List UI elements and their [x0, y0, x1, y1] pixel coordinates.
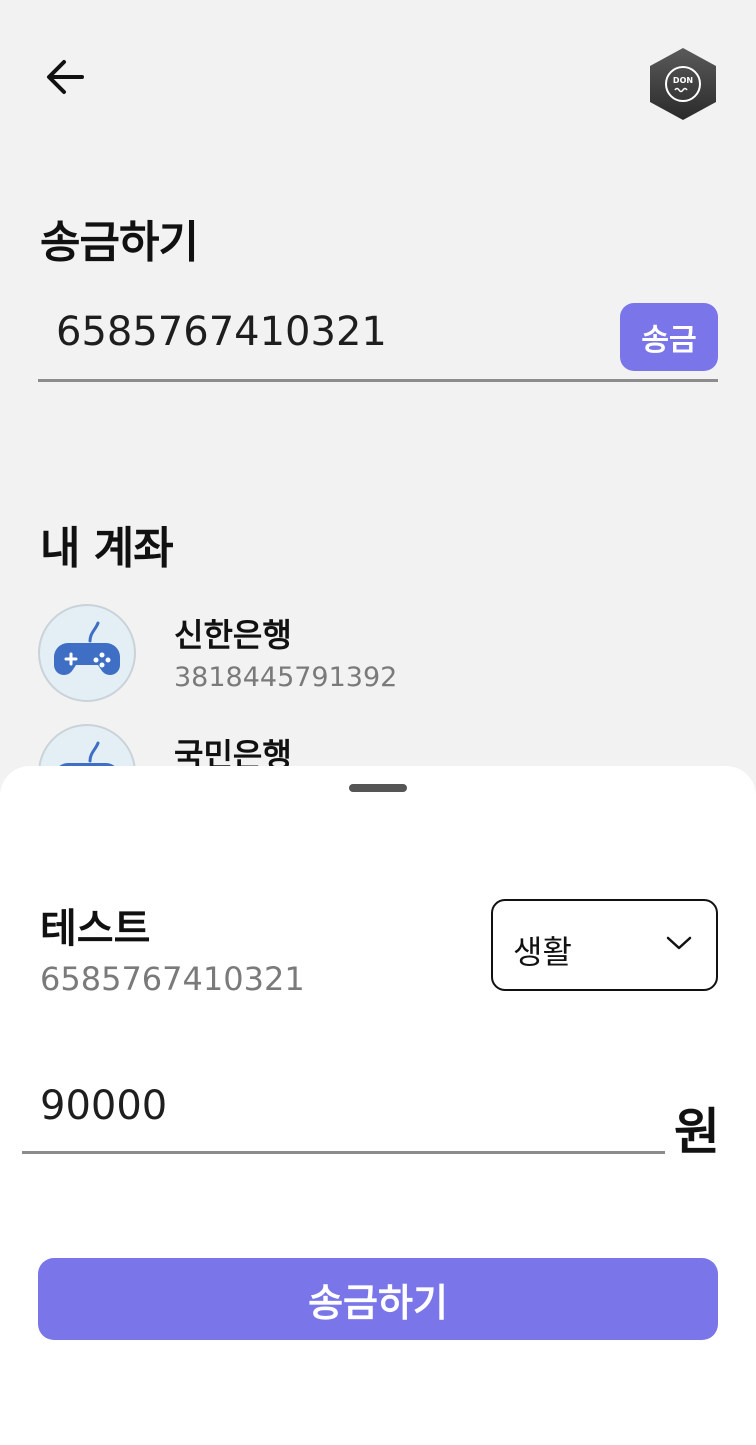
submit-transfer-button[interactable]: 송금하기	[38, 1258, 718, 1340]
category-dropdown[interactable]: 생활	[491, 899, 718, 991]
chevron-down-icon	[666, 936, 692, 950]
logo-text: DON	[673, 76, 693, 85]
my-accounts-title: 내 계좌	[40, 523, 174, 574]
logo: DON	[648, 46, 718, 122]
page-title: 송금하기	[40, 217, 199, 268]
account-item[interactable]: 신한은행 3818445791392	[38, 604, 638, 704]
bank-name: 신한은행	[174, 616, 292, 654]
sheet-drag-handle[interactable]	[349, 784, 407, 792]
account-avatar	[38, 604, 136, 702]
recipient-name: 테스트	[40, 906, 151, 952]
amount-input-row	[22, 1068, 665, 1154]
send-button[interactable]: 송금	[620, 303, 718, 371]
category-value: 생활	[513, 933, 572, 971]
gamepad-icon	[54, 621, 120, 675]
arrow-left-icon	[47, 60, 84, 94]
amount-input[interactable]	[40, 1076, 640, 1136]
account-input-row: 송금	[38, 296, 718, 382]
account-number-input[interactable]	[56, 302, 616, 362]
account-number: 3818445791392	[174, 662, 398, 693]
bottom-sheet: 테스트 6585767410321 생활 원 송금하기	[0, 766, 756, 1445]
currency-label: 원	[674, 1103, 720, 1161]
recipient-account-number: 6585767410321	[40, 960, 305, 998]
back-button[interactable]	[40, 52, 90, 102]
